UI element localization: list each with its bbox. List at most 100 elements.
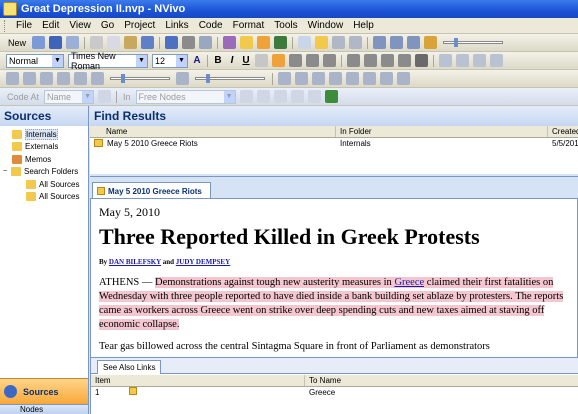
zoom-out-icon[interactable] bbox=[349, 36, 363, 49]
export-icon[interactable] bbox=[407, 36, 421, 49]
skip-forward-icon[interactable] bbox=[74, 72, 87, 85]
collapse-icon[interactable]: − bbox=[3, 168, 11, 175]
layout-icon[interactable] bbox=[298, 36, 312, 49]
coding-arrows-icon[interactable] bbox=[324, 90, 338, 103]
menu-file[interactable]: File bbox=[11, 20, 37, 31]
tab-document[interactable]: May 5 2010 Greece Riots bbox=[92, 182, 211, 199]
cut-icon[interactable] bbox=[90, 36, 104, 49]
browse-node-icon[interactable] bbox=[98, 90, 112, 103]
stop-icon[interactable] bbox=[23, 72, 36, 85]
find-icon[interactable] bbox=[257, 36, 271, 49]
column-header-in-folder[interactable]: In Folder bbox=[336, 126, 548, 137]
code-icon[interactable] bbox=[239, 90, 253, 103]
link-icon[interactable] bbox=[439, 54, 452, 67]
open-icon[interactable] bbox=[32, 36, 46, 49]
new-button[interactable]: New bbox=[8, 38, 26, 48]
table-row[interactable]: May 5 2010 Greece Riots Internals 5/5/20… bbox=[90, 138, 578, 150]
volume-slider[interactable] bbox=[195, 74, 265, 83]
document-view[interactable]: May 5, 2010 Three Reported Killed in Gre… bbox=[90, 198, 578, 358]
delete-row-icon[interactable] bbox=[312, 72, 325, 85]
node-icon[interactable] bbox=[307, 90, 321, 103]
align-center-icon[interactable] bbox=[289, 54, 302, 67]
tree-item-memos[interactable]: Memos bbox=[0, 153, 88, 166]
tree-item-all-sources[interactable]: All Sources bbox=[0, 178, 88, 191]
row-icon[interactable] bbox=[380, 72, 393, 85]
skip-back-icon[interactable] bbox=[57, 72, 70, 85]
annotation-icon[interactable] bbox=[473, 54, 486, 67]
numbering-icon[interactable] bbox=[364, 54, 377, 67]
bullets-icon[interactable] bbox=[347, 54, 360, 67]
underline-icon[interactable]: U bbox=[240, 55, 252, 66]
query-icon[interactable] bbox=[240, 36, 254, 49]
fast-forward-icon[interactable] bbox=[91, 72, 104, 85]
binoculars-icon[interactable] bbox=[415, 54, 428, 67]
italic-icon[interactable]: I bbox=[226, 55, 238, 66]
menu-format[interactable]: Format bbox=[228, 20, 270, 31]
merge-icon[interactable] bbox=[329, 72, 342, 85]
web-icon[interactable] bbox=[274, 36, 288, 49]
copy-icon[interactable] bbox=[107, 36, 121, 49]
align-left-icon[interactable] bbox=[272, 54, 285, 67]
zoom-slider[interactable] bbox=[443, 38, 504, 47]
column-header-to-name[interactable]: To Name bbox=[305, 375, 578, 386]
properties-icon[interactable] bbox=[199, 36, 213, 49]
nav-button-nodes[interactable]: Nodes bbox=[0, 404, 88, 414]
table-row[interactable]: 1 Greece bbox=[91, 387, 578, 399]
outdent-icon[interactable] bbox=[398, 54, 411, 67]
font-size-select[interactable]: 12 ▼ bbox=[152, 53, 188, 68]
tree-item-search-folders[interactable]: − Search Folders bbox=[0, 166, 88, 179]
highlight-coding-icon[interactable] bbox=[290, 90, 304, 103]
menu-view[interactable]: View bbox=[64, 20, 96, 31]
list-view-icon[interactable] bbox=[165, 36, 179, 49]
nav-button-sources[interactable]: Sources bbox=[0, 378, 88, 404]
font-color-icon[interactable]: A bbox=[191, 55, 203, 66]
author-link-1[interactable]: DAN BILEFSKY bbox=[109, 258, 161, 266]
cell-icon[interactable] bbox=[397, 72, 410, 85]
unlink-icon[interactable] bbox=[456, 54, 469, 67]
undo-icon[interactable] bbox=[141, 36, 155, 49]
uncode-icon[interactable] bbox=[256, 90, 270, 103]
menu-window[interactable]: Window bbox=[303, 20, 349, 31]
menu-links[interactable]: Links bbox=[160, 20, 193, 31]
menu-help[interactable]: Help bbox=[348, 20, 379, 31]
insert-row-icon[interactable] bbox=[295, 72, 308, 85]
see-also-link-greece[interactable]: Greece bbox=[394, 277, 425, 288]
volume-icon[interactable] bbox=[176, 72, 189, 85]
tree-item-all-sources-2[interactable]: All Sources bbox=[0, 191, 88, 204]
save-icon[interactable] bbox=[49, 36, 63, 49]
indent-icon[interactable] bbox=[381, 54, 394, 67]
align-icon[interactable] bbox=[182, 36, 196, 49]
menu-go[interactable]: Go bbox=[96, 20, 119, 31]
column-header-item[interactable]: Item bbox=[91, 375, 305, 386]
filter-icon[interactable] bbox=[373, 36, 387, 49]
zoom-icon[interactable] bbox=[332, 36, 346, 49]
tree-item-internals[interactable]: Internals bbox=[0, 128, 88, 141]
column-header-name[interactable]: Name bbox=[90, 126, 336, 137]
highlight-icon[interactable] bbox=[255, 54, 268, 67]
in-folder-field[interactable]: Free Nodes ▼ bbox=[135, 89, 236, 104]
menu-tools[interactable]: Tools bbox=[269, 20, 302, 31]
detail-view-icon[interactable] bbox=[315, 36, 329, 49]
font-select[interactable]: Times New Roman ▼ bbox=[68, 52, 148, 69]
tree-item-externals[interactable]: Externals bbox=[0, 141, 88, 154]
align-right-icon[interactable] bbox=[306, 54, 319, 67]
sort-icon[interactable] bbox=[390, 36, 404, 49]
justify-icon[interactable] bbox=[323, 54, 336, 67]
menu-code[interactable]: Code bbox=[194, 20, 228, 31]
paste-icon[interactable] bbox=[124, 36, 138, 49]
bar-chart-icon[interactable] bbox=[424, 36, 438, 49]
table-icon[interactable] bbox=[278, 72, 291, 85]
author-link-2[interactable]: JUDY DEMPSEY bbox=[176, 258, 230, 266]
tab-see-also-links[interactable]: See Also Links bbox=[97, 360, 162, 374]
play-icon[interactable] bbox=[6, 72, 19, 85]
playback-slider[interactable] bbox=[110, 74, 170, 83]
rewind-icon[interactable] bbox=[40, 72, 53, 85]
chart-icon[interactable] bbox=[223, 36, 237, 49]
see-also-icon[interactable] bbox=[490, 54, 503, 67]
code-at-name-field[interactable]: Name ▼ bbox=[44, 89, 95, 104]
menu-edit[interactable]: Edit bbox=[37, 20, 64, 31]
column-icon[interactable] bbox=[363, 72, 376, 85]
bold-icon[interactable]: B bbox=[212, 55, 224, 66]
print-icon[interactable] bbox=[66, 36, 80, 49]
grid-icon[interactable] bbox=[346, 72, 359, 85]
